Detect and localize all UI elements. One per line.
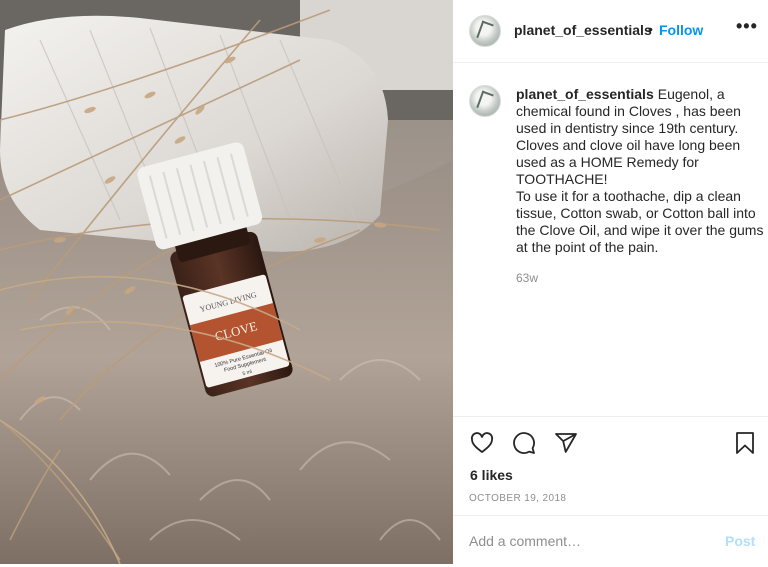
caption-text: planet_of_essentials Eugenol, a chemical … <box>516 86 764 256</box>
action-bar: 6 likes OCTOBER 19, 2018 Post <box>453 416 768 567</box>
caption-username[interactable]: planet_of_essentials <box>516 86 654 102</box>
caption-body: Eugenol, a chemical found in Cloves , ha… <box>516 86 764 255</box>
separator-dot: • <box>648 21 653 37</box>
speech-bubble-icon[interactable] <box>512 431 536 455</box>
caption-avatar[interactable] <box>469 85 501 117</box>
comment-bar: Post <box>453 515 768 566</box>
more-options-icon[interactable]: ••• <box>736 16 758 37</box>
paper-plane-icon[interactable] <box>554 431 578 455</box>
post-image[interactable]: YOUNG LIVING CLOVE 100% Pure Essential O… <box>0 0 453 564</box>
header-username[interactable]: planet_of_essentials <box>514 22 652 38</box>
post-image-illustration: YOUNG LIVING CLOVE 100% Pure Essential O… <box>0 0 453 564</box>
heart-icon[interactable] <box>470 431 494 455</box>
post-comment-button[interactable]: Post <box>725 533 755 549</box>
post-age[interactable]: 63w <box>516 271 538 285</box>
post-details-panel: planet_of_essentials • Follow ••• planet… <box>453 0 768 564</box>
post-header: planet_of_essentials • Follow ••• <box>453 0 768 63</box>
follow-button[interactable]: Follow <box>659 22 703 38</box>
comment-input[interactable] <box>469 531 699 551</box>
bookmark-icon[interactable] <box>735 431 755 455</box>
post-date[interactable]: OCTOBER 19, 2018 <box>469 493 566 504</box>
likes-count[interactable]: 6 likes <box>470 467 513 483</box>
avatar[interactable] <box>469 15 501 47</box>
